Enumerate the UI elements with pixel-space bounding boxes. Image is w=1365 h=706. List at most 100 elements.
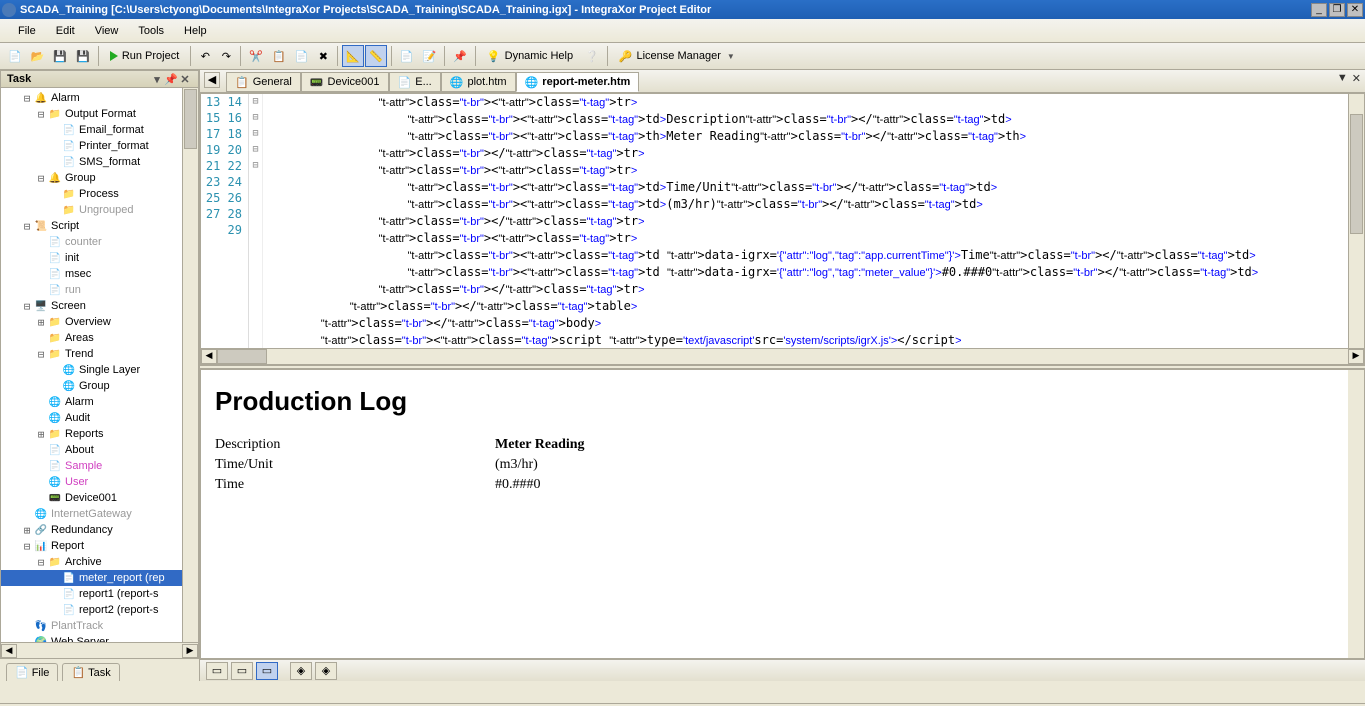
- maximize-button[interactable]: ❐: [1329, 3, 1345, 17]
- new-button[interactable]: 📄: [4, 45, 26, 67]
- tree-item-msec[interactable]: 📄msec: [1, 266, 198, 282]
- tree-item-counter[interactable]: 📄counter: [1, 234, 198, 250]
- tree-item-overview[interactable]: ⊞📁Overview: [1, 314, 198, 330]
- tree-item-trend[interactable]: ⊟📁Trend: [1, 346, 198, 362]
- expander-icon[interactable]: ⊟: [35, 348, 47, 361]
- tree-vertical-scrollbar[interactable]: [182, 88, 198, 642]
- minimize-button[interactable]: _: [1311, 3, 1327, 17]
- delete-button[interactable]: ✖: [313, 45, 333, 67]
- tab-list-button[interactable]: ▼: [1337, 72, 1348, 85]
- tool-button-5[interactable]: 📌: [449, 45, 471, 67]
- doc-tab-e-[interactable]: 📄E...: [389, 72, 441, 92]
- tool-button-2[interactable]: 📏: [365, 45, 387, 67]
- tree-item-run[interactable]: 📄run: [1, 282, 198, 298]
- tree-item-internetgateway[interactable]: 🌐InternetGateway: [1, 506, 198, 522]
- tree-item-single-layer[interactable]: 🌐Single Layer: [1, 362, 198, 378]
- license-manager-button[interactable]: 🔑 License Manager ▼: [612, 45, 742, 67]
- tree-item-archive[interactable]: ⊟📁Archive: [1, 554, 198, 570]
- doc-tab-report-meter-htm[interactable]: 🌐report-meter.htm: [516, 72, 640, 92]
- paste-button[interactable]: 📄: [291, 45, 313, 67]
- tree-item-meter-report-rep[interactable]: 📄meter_report (rep: [1, 570, 198, 586]
- scroll-right-button[interactable]: ▶: [182, 644, 198, 658]
- panel-dropdown-button[interactable]: ▾: [150, 73, 164, 86]
- tree-item-alarm[interactable]: ⊟🔔Alarm: [1, 90, 198, 106]
- tool-button-4[interactable]: 📝: [419, 45, 441, 67]
- redo-button[interactable]: ↷: [216, 45, 236, 67]
- tree-item-areas[interactable]: 📁Areas: [1, 330, 198, 346]
- expander-icon[interactable]: ⊟: [35, 108, 47, 121]
- tree-item-reports[interactable]: ⊞📁Reports: [1, 426, 198, 442]
- cut-button[interactable]: ✂️: [245, 45, 267, 67]
- expander-icon[interactable]: ⊞: [21, 524, 33, 537]
- tree-item-report1-report-s[interactable]: 📄report1 (report-s: [1, 586, 198, 602]
- doc-tab-general[interactable]: 📋General: [226, 72, 301, 92]
- tree-item-ungrouped[interactable]: 📁Ungrouped: [1, 202, 198, 218]
- panel-close-button[interactable]: ✕: [178, 73, 192, 86]
- menu-edit[interactable]: Edit: [46, 23, 85, 39]
- tree-horizontal-scrollbar[interactable]: ◀ ▶: [0, 643, 199, 659]
- tab-close-button[interactable]: ✕: [1352, 72, 1361, 85]
- expander-icon[interactable]: ⊟: [21, 540, 33, 553]
- expander-icon[interactable]: ⊟: [35, 556, 47, 569]
- tabs-scroll-left[interactable]: ◀: [204, 72, 220, 88]
- copy-button[interactable]: 📋: [268, 45, 290, 67]
- tree-item-report2-report-s[interactable]: 📄report2 (report-s: [1, 602, 198, 618]
- menu-tools[interactable]: Tools: [128, 23, 174, 39]
- menu-view[interactable]: View: [85, 23, 129, 39]
- tree-item-script[interactable]: ⊟📜Script: [1, 218, 198, 234]
- doc-tab-device001[interactable]: 📟Device001: [301, 72, 389, 92]
- preview-pane[interactable]: Production Log Description Meter Reading…: [200, 369, 1365, 659]
- tree-item-output-format[interactable]: ⊟📁Output Format: [1, 106, 198, 122]
- tree-item-init[interactable]: 📄init: [1, 250, 198, 266]
- tree-item-group[interactable]: 🌐Group: [1, 378, 198, 394]
- fold-column[interactable]: ⊟ ⊟ ⊟ ⊟ ⊟: [249, 94, 263, 348]
- tree-item-printer-format[interactable]: 📄Printer_format: [1, 138, 198, 154]
- tree-item-process[interactable]: 📁Process: [1, 186, 198, 202]
- view-mode-1[interactable]: ▭: [206, 662, 228, 680]
- doc-tab-plot-htm[interactable]: 🌐plot.htm: [441, 72, 516, 92]
- expander-icon[interactable]: ⊞: [35, 428, 47, 441]
- view-mode-4[interactable]: ◈: [290, 662, 312, 680]
- tree-item-report[interactable]: ⊟📊Report: [1, 538, 198, 554]
- dynamic-help-button[interactable]: 💡 Dynamic Help: [480, 45, 580, 67]
- view-mode-2[interactable]: ▭: [231, 662, 253, 680]
- tool-button-3[interactable]: 📄: [396, 45, 418, 67]
- project-tree[interactable]: ⊟🔔Alarm⊟📁Output Format📄Email_format📄Prin…: [0, 88, 199, 643]
- scroll-left-button[interactable]: ◀: [201, 349, 217, 364]
- scroll-right-button[interactable]: ▶: [1348, 349, 1364, 364]
- tree-item-device001[interactable]: 📟Device001: [1, 490, 198, 506]
- menu-file[interactable]: File: [8, 23, 46, 39]
- tree-item-user[interactable]: 🌐User: [1, 474, 198, 490]
- help-button[interactable]: ❔: [581, 45, 603, 67]
- tree-item-alarm[interactable]: 🌐Alarm: [1, 394, 198, 410]
- tree-item-planttrack[interactable]: 👣PlantTrack: [1, 618, 198, 634]
- scroll-left-button[interactable]: ◀: [1, 644, 17, 658]
- tree-item-sample[interactable]: 📄Sample: [1, 458, 198, 474]
- panel-pin-button[interactable]: 📌: [164, 73, 178, 86]
- expander-icon[interactable]: ⊟: [21, 220, 33, 233]
- view-mode-3-split[interactable]: ▭: [256, 662, 278, 680]
- preview-scrollbar[interactable]: [1348, 370, 1364, 658]
- run-project-button[interactable]: Run Project: [103, 45, 186, 67]
- tree-item-audit[interactable]: 🌐Audit: [1, 410, 198, 426]
- expander-icon[interactable]: ⊟: [21, 300, 33, 313]
- task-tab[interactable]: 📋 Task: [62, 663, 119, 681]
- undo-button[interactable]: ↶: [195, 45, 215, 67]
- expander-icon[interactable]: ⊟: [21, 92, 33, 105]
- close-button[interactable]: ✕: [1347, 3, 1363, 17]
- tree-item-screen[interactable]: ⊟🖥️Screen: [1, 298, 198, 314]
- tool-button-1[interactable]: 📐: [342, 45, 364, 67]
- tree-item-group[interactable]: ⊟🔔Group: [1, 170, 198, 186]
- file-tab[interactable]: 📄 File: [6, 663, 58, 681]
- open-button[interactable]: 📂: [27, 45, 49, 67]
- tree-item-sms-format[interactable]: 📄SMS_format: [1, 154, 198, 170]
- save-all-button[interactable]: 💾: [72, 45, 94, 67]
- tree-item-redundancy[interactable]: ⊞🔗Redundancy: [1, 522, 198, 538]
- tree-item-email-format[interactable]: 📄Email_format: [1, 122, 198, 138]
- editor-vertical-scrollbar[interactable]: [1348, 94, 1364, 348]
- menu-help[interactable]: Help: [174, 23, 217, 39]
- expander-icon[interactable]: ⊞: [35, 316, 47, 329]
- editor-horizontal-scrollbar[interactable]: ◀ ▶: [201, 348, 1364, 364]
- tree-item-web-server[interactable]: 🌍Web Server: [1, 634, 198, 643]
- code-area[interactable]: 13 14 15 16 17 18 19 20 21 22 23 24 25 2…: [201, 94, 1364, 348]
